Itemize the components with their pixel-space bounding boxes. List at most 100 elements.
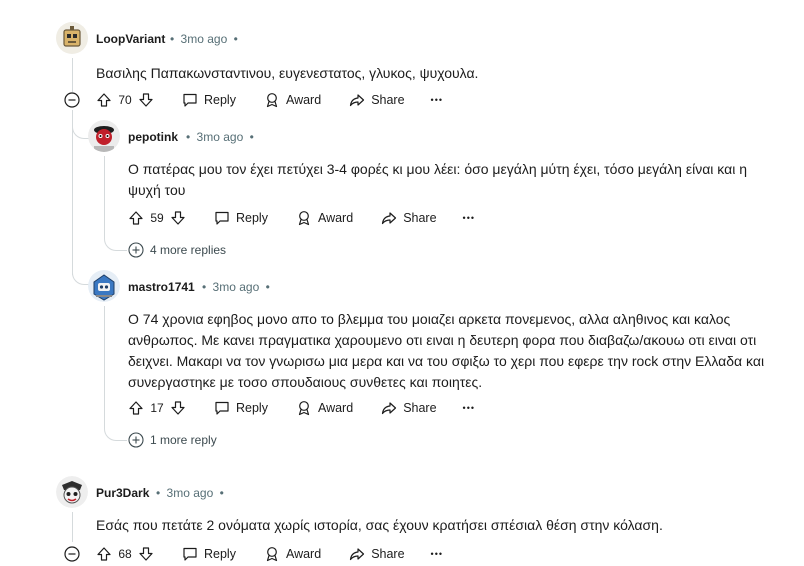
upvote-button[interactable]: [96, 546, 112, 562]
comment-body-line: Ο 74 χρονια εφηβος μονο απο το βλεμμα το…: [128, 311, 731, 327]
more-options-button[interactable]: •••: [463, 213, 475, 223]
downvote-button[interactable]: [170, 210, 186, 226]
comment-body-line: συνεργαστηκε με τοσο σπουδαιους συνθετες…: [128, 374, 483, 390]
timestamp[interactable]: 3mo ago: [181, 32, 228, 46]
comment-meta: • 3mo ago •: [202, 280, 270, 294]
comment-body-line: ανθρωπος. Με κανει πραγματικα χαρουμενο …: [128, 332, 757, 348]
downvote-icon: [171, 211, 185, 225]
downvote-icon: [139, 547, 153, 561]
award-button[interactable]: Award: [296, 210, 353, 226]
more-icon: •••: [462, 213, 475, 223]
upvote-button[interactable]: [128, 400, 144, 416]
upvote-button[interactable]: [96, 92, 112, 108]
share-icon: [382, 212, 397, 225]
more-replies-label: 1 more reply: [150, 433, 217, 447]
downvote-button[interactable]: [138, 546, 154, 562]
share-icon: [382, 402, 397, 415]
avatar[interactable]: [56, 476, 88, 508]
thread-line-comment-4: [72, 512, 73, 542]
username[interactable]: mastro1741: [128, 280, 195, 294]
username[interactable]: pepotink: [128, 130, 178, 144]
award-icon: [266, 547, 278, 562]
reply-icon: [215, 401, 229, 415]
reply-button[interactable]: Reply: [214, 400, 268, 416]
reply-button[interactable]: Reply: [182, 92, 236, 108]
award-icon: [298, 211, 310, 226]
more-replies-label: 4 more replies: [150, 243, 227, 257]
comment-meta: • 3mo ago •: [170, 32, 238, 46]
comment-actions: 59 Reply Award Share •••: [128, 206, 475, 230]
downvote-button[interactable]: [170, 400, 186, 416]
reply-icon: [183, 93, 197, 107]
share-button[interactable]: Share: [381, 400, 437, 416]
avatar-character-icon: [56, 476, 88, 508]
award-label: Award: [285, 547, 322, 561]
share-label: Share: [371, 93, 405, 107]
share-button[interactable]: Share: [349, 92, 405, 108]
more-options-button[interactable]: •••: [431, 95, 443, 105]
downvote-icon: [171, 401, 185, 415]
comment-actions: 70 Reply Award Share •••: [96, 88, 443, 112]
username[interactable]: Pur3Dark: [96, 486, 149, 500]
username[interactable]: LoopVariant: [96, 32, 165, 46]
separator-dot: •: [265, 280, 270, 294]
avatar[interactable]: [88, 270, 120, 302]
reply-button[interactable]: Reply: [182, 546, 236, 562]
share-label: Share: [403, 211, 437, 225]
avatar-robot-icon: [56, 22, 88, 54]
comment-body: Εσάς που πετάτε 2 ονόματα χωρίς ιστορία,…: [96, 517, 663, 533]
share-button[interactable]: Share: [349, 546, 405, 562]
share-button[interactable]: Share: [381, 210, 437, 226]
comment-body-line: Ο πατέρας μου τον έχει πετύχει 3-4 φορές…: [128, 161, 748, 177]
timestamp[interactable]: 3mo ago: [197, 130, 244, 144]
award-label: Award: [317, 401, 354, 415]
award-button[interactable]: Award: [264, 92, 321, 108]
expand-icon: [128, 432, 144, 448]
separator-dot: •: [233, 32, 238, 46]
more-icon: •••: [462, 403, 475, 413]
separator-dot: •: [219, 486, 224, 500]
avatar[interactable]: [88, 120, 120, 152]
vote-count: 17: [150, 401, 164, 415]
separator-dot: •: [170, 32, 175, 46]
more-replies-button[interactable]: 1 more reply: [128, 432, 217, 448]
award-button[interactable]: Award: [264, 546, 321, 562]
more-options-button[interactable]: •••: [431, 549, 443, 559]
award-label: Award: [317, 211, 354, 225]
comment-meta: • 3mo ago •: [186, 130, 254, 144]
award-button[interactable]: Award: [296, 400, 353, 416]
thread-line-root: [72, 58, 73, 92]
timestamp[interactable]: 3mo ago: [167, 486, 214, 500]
separator-dot: •: [156, 486, 161, 500]
vote-count: 59: [150, 211, 164, 225]
reply-label: Reply: [236, 401, 268, 415]
downvote-button[interactable]: [138, 92, 154, 108]
collapse-icon[interactable]: [64, 546, 80, 562]
upvote-icon: [129, 401, 143, 415]
timestamp[interactable]: 3mo ago: [213, 280, 260, 294]
thread-line-reply-1: [104, 156, 105, 226]
share-label: Share: [403, 401, 437, 415]
comment-actions: 68 Reply Award Share •••: [96, 542, 443, 566]
reply-icon: [215, 211, 229, 225]
award-label: Award: [285, 93, 322, 107]
reply-button[interactable]: Reply: [214, 210, 268, 226]
award-icon: [298, 401, 310, 416]
avatar-character-icon: [88, 120, 120, 152]
expand-icon: [128, 242, 144, 258]
avatar[interactable]: [56, 22, 88, 54]
share-icon: [350, 94, 365, 107]
share-icon: [350, 548, 365, 561]
more-options-button[interactable]: •••: [463, 403, 475, 413]
collapse-icon[interactable]: [64, 92, 80, 108]
upvote-icon: [97, 93, 111, 107]
thread-elbow-reply-2: [72, 250, 89, 285]
award-icon: [266, 93, 278, 108]
more-replies-button[interactable]: 4 more replies: [128, 242, 226, 258]
share-label: Share: [371, 547, 405, 561]
thread-elbow-more-1: [104, 226, 127, 251]
avatar-robot-icon: [88, 270, 120, 302]
upvote-button[interactable]: [128, 210, 144, 226]
separator-dot: •: [249, 130, 254, 144]
upvote-icon: [129, 211, 143, 225]
